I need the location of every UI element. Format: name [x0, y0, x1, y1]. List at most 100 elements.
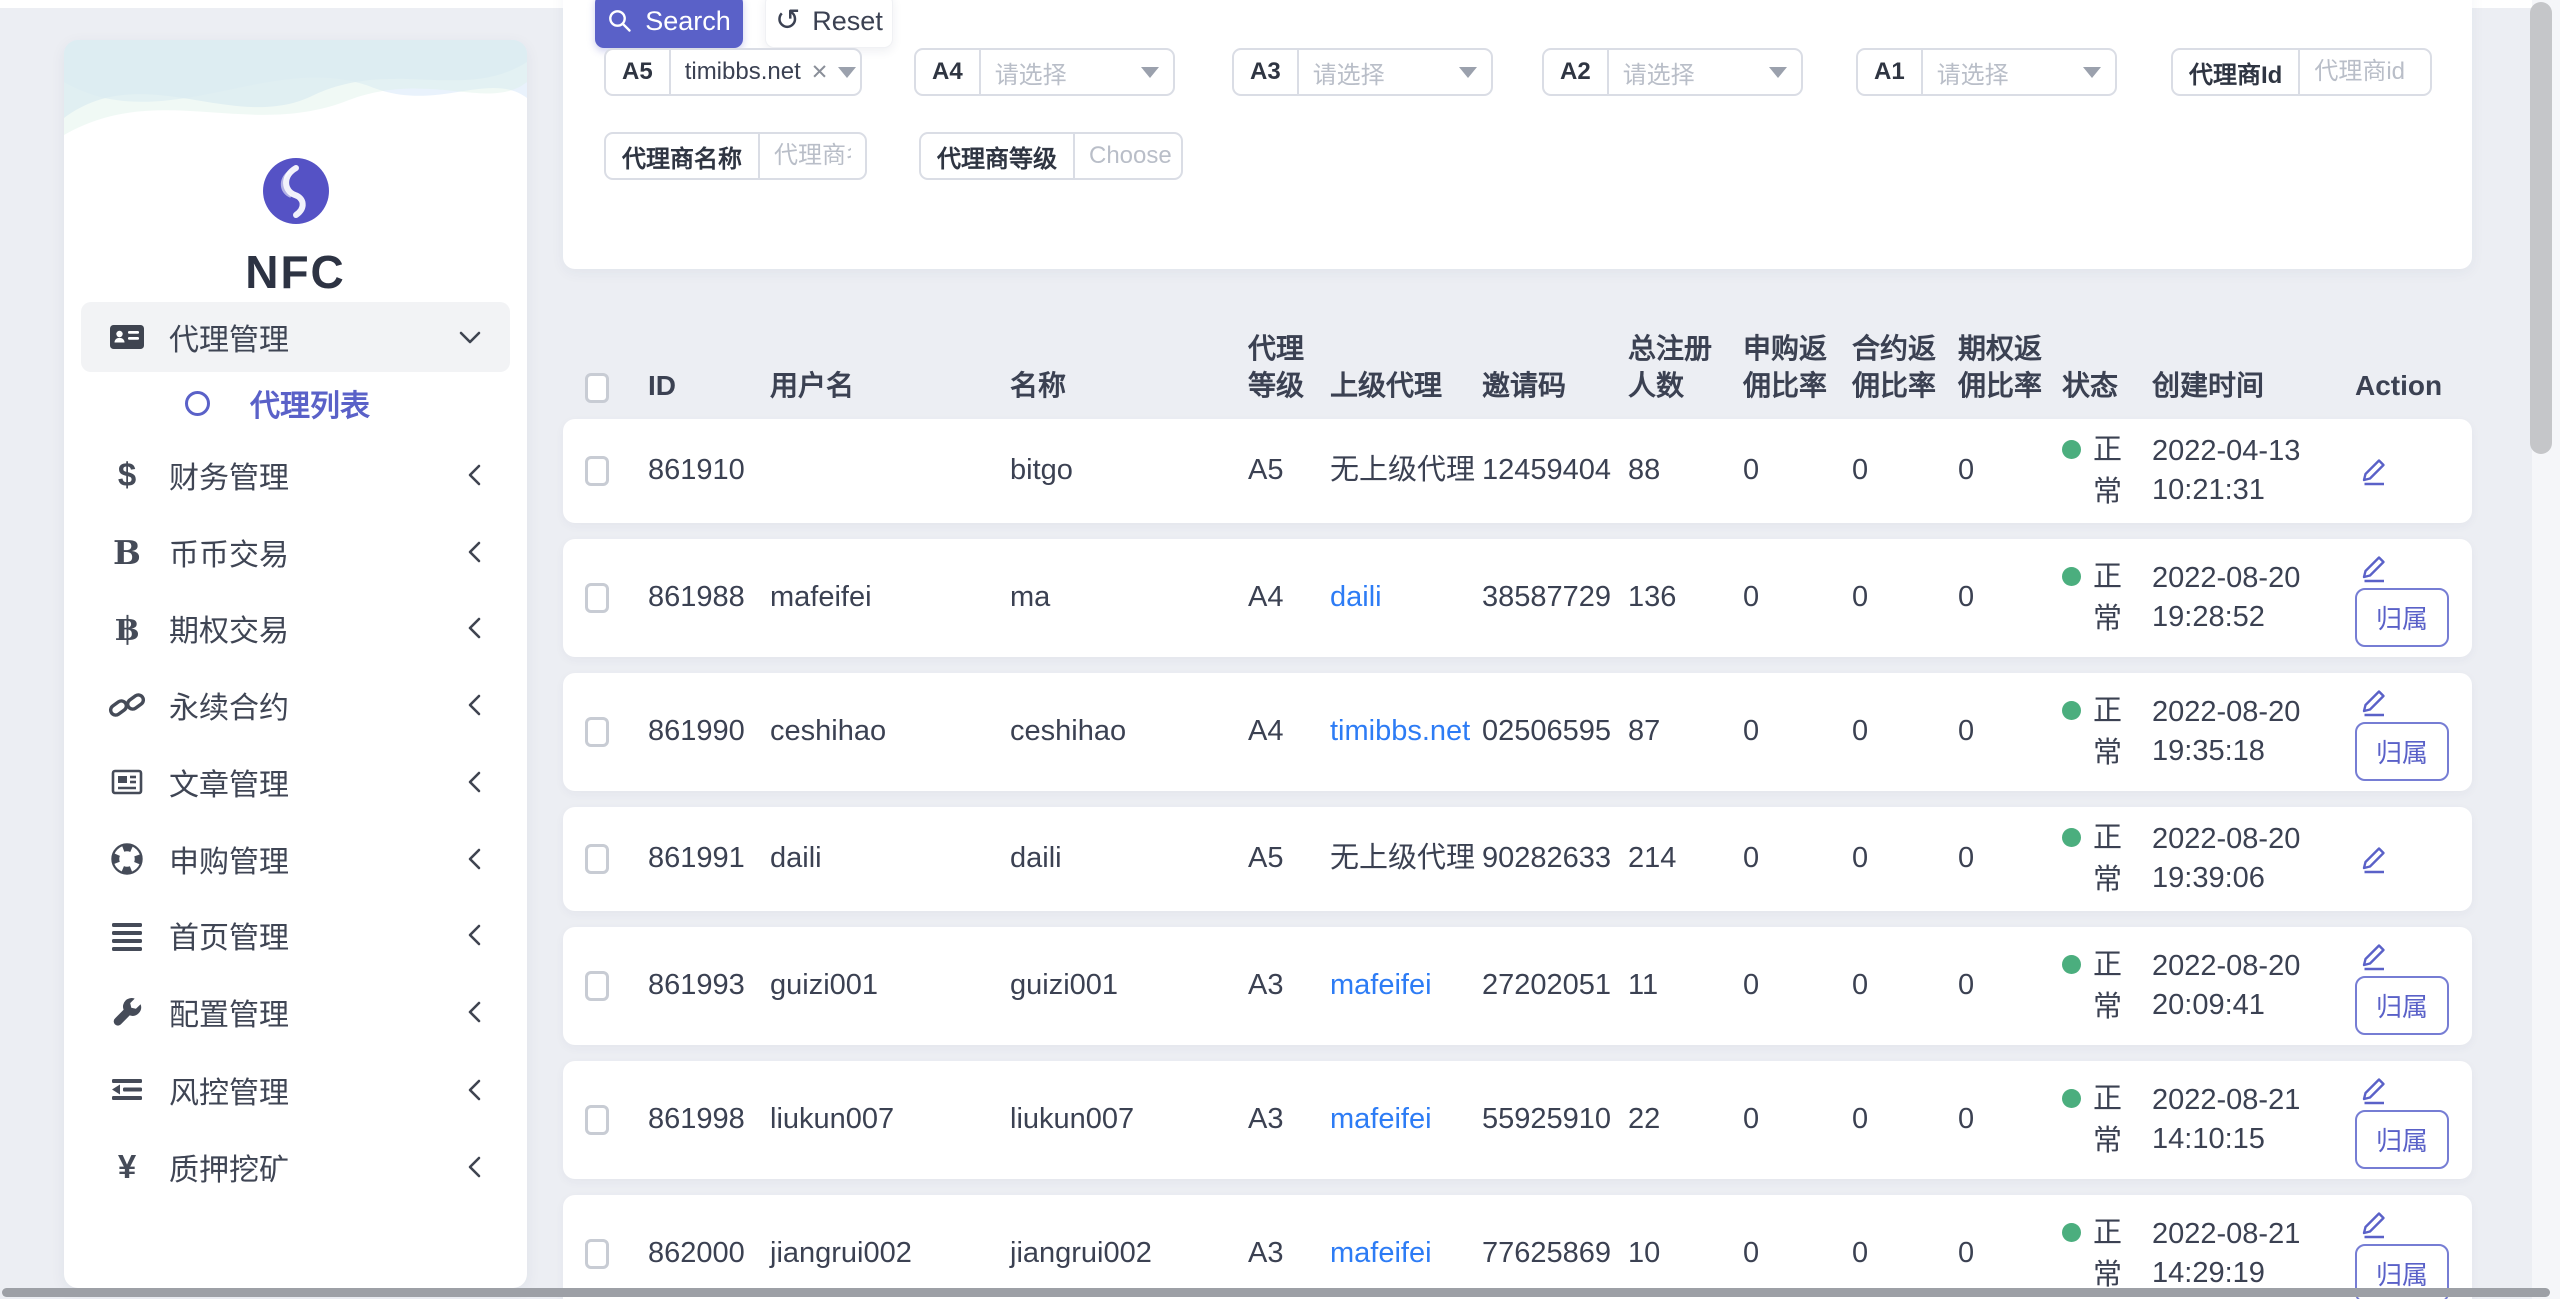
filter-chip-label: A4 [916, 50, 979, 94]
row-checkbox[interactable] [585, 1239, 609, 1269]
filter-select[interactable]: timibbs.net✕ [669, 50, 862, 94]
cell-status: 正常 [2062, 1212, 2152, 1296]
cell-option-rate: 0 [1958, 712, 2062, 751]
select-all-checkbox[interactable] [585, 373, 609, 403]
cell-option-rate: 0 [1958, 451, 2062, 490]
sidebar-item-10[interactable]: ¥质押挖矿 [81, 1137, 510, 1197]
assign-button[interactable]: 归属 [2355, 1110, 2449, 1169]
cell-contract-rate: 0 [1852, 712, 1958, 751]
sidebar-item-label: 文章管理 [169, 760, 467, 804]
filter-input[interactable] [2314, 58, 2416, 86]
chevron-left-icon [467, 923, 482, 947]
sidebar-item-8[interactable]: 配置管理 [81, 982, 510, 1042]
row-checkbox[interactable] [585, 583, 609, 613]
cell-contract-rate: 0 [1852, 966, 1958, 1005]
coin-b-icon: B [105, 533, 149, 572]
cell-agent-level: A4 [1248, 578, 1330, 617]
cell-registered-count: 11 [1628, 966, 1743, 1005]
sidebar-item-9[interactable]: 风控管理 [81, 1060, 510, 1120]
sidebar-item-5[interactable]: 文章管理 [81, 752, 510, 812]
sidebar-item-2[interactable]: B币币交易 [81, 522, 510, 582]
column-header-3: 名称 [1010, 368, 1248, 405]
sidebar-item-7[interactable]: 首页管理 [81, 905, 510, 965]
cell-username: mafeifei [770, 578, 1010, 617]
edit-button[interactable] [2355, 1206, 2391, 1242]
edit-button[interactable] [2355, 550, 2391, 586]
column-header-10: 期权返佣比率 [1958, 331, 2062, 405]
cell-invite-code: 38587729 [1482, 578, 1628, 617]
row-checkbox[interactable] [585, 456, 609, 486]
filter-input[interactable] [774, 142, 851, 170]
sidebar-item-label: 期权交易 [169, 606, 467, 650]
sidebar-item-1[interactable]: $财务管理 [81, 445, 510, 505]
cell-parent-agent[interactable]: mafeifei [1330, 966, 1482, 1005]
filter-select[interactable]: Choose [1073, 134, 1183, 178]
filter-select[interactable]: 请选择 [979, 50, 1173, 94]
cell-invite-code: 27202051 [1482, 966, 1628, 1005]
life-ring-icon [105, 840, 149, 878]
row-checkbox[interactable] [585, 971, 609, 1001]
edit-button[interactable] [2355, 938, 2391, 974]
cell-subscribe-rate: 0 [1743, 1100, 1852, 1139]
sidebar-subitem-agent-list[interactable]: 代理列表 [81, 373, 510, 433]
row-checkbox[interactable] [585, 1105, 609, 1135]
cell-username: ceshihao [770, 712, 1010, 751]
cell-name: liukun007 [1010, 1100, 1248, 1139]
sidebar-item-label: 风控管理 [169, 1068, 467, 1112]
edit-button[interactable] [2355, 841, 2391, 877]
clear-icon[interactable]: ✕ [811, 62, 829, 83]
sidebar-item-6[interactable]: 申购管理 [81, 829, 510, 889]
cell-parent-agent[interactable]: mafeifei [1330, 1100, 1482, 1139]
cell-agent-level: A3 [1248, 1100, 1330, 1139]
cell-name: daili [1010, 839, 1248, 878]
horizontal-scrollbar-thumb[interactable] [2, 1288, 2550, 1297]
edit-button[interactable] [2355, 453, 2391, 489]
status-ok-dot-icon [2062, 955, 2081, 974]
vertical-scrollbar-thumb[interactable] [2530, 2, 2552, 454]
filter-chip-代理商名称: 代理商名称 [604, 132, 867, 180]
filter-chip-label: A5 [606, 50, 669, 94]
filter-select[interactable]: 请选择 [1921, 50, 2115, 94]
cell-status: 正常 [2062, 817, 2152, 901]
cell-status: 正常 [2062, 556, 2152, 640]
sidebar-item-label: 首页管理 [169, 913, 467, 957]
row-checkbox[interactable] [585, 844, 609, 874]
cell-id: 861993 [648, 966, 770, 1005]
reset-button[interactable]: ↺ Reset [765, 0, 893, 48]
cell-parent-agent[interactable]: timibbs.net [1330, 712, 1482, 751]
search-button[interactable]: Search [595, 0, 743, 48]
cell-contract-rate: 0 [1852, 1234, 1958, 1273]
edit-pencil-icon [2355, 574, 2391, 589]
status-ok-dot-icon [2062, 701, 2081, 720]
cell-actions: 归属 [2355, 1064, 2472, 1177]
cell-parent-agent[interactable]: mafeifei [1330, 1234, 1482, 1273]
filter-select[interactable]: 请选择 [1297, 50, 1491, 94]
row-checkbox[interactable] [585, 717, 609, 747]
chevron-left-icon [467, 616, 482, 640]
cell-parent-agent[interactable]: daili [1330, 578, 1482, 617]
sidebar-item-4[interactable]: 永续合约 [81, 675, 510, 735]
status-ok-dot-icon [2062, 440, 2081, 459]
cell-option-rate: 0 [1958, 966, 2062, 1005]
sidebar-item-0[interactable]: 代理管理 [81, 302, 510, 372]
cell-status: 正常 [2062, 690, 2152, 774]
sidebar-item-label: 财务管理 [169, 453, 467, 497]
assign-button[interactable]: 归属 [2355, 976, 2449, 1035]
filter-chip-label: A2 [1544, 50, 1607, 94]
chevron-left-icon [467, 540, 482, 564]
edit-button[interactable] [2355, 1072, 2391, 1108]
column-header-7: 总注册人数 [1628, 331, 1743, 405]
edit-button[interactable] [2355, 684, 2391, 720]
filter-input-wrap [758, 134, 865, 178]
sidebar-item-3[interactable]: ฿期权交易 [81, 598, 510, 658]
assign-button[interactable]: 归属 [2355, 588, 2449, 647]
cell-name: ceshihao [1010, 712, 1248, 751]
filter-select[interactable]: 请选择 [1607, 50, 1801, 94]
status-label: 正常 [2093, 690, 2127, 774]
column-header-9: 合约返佣比率 [1852, 331, 1958, 405]
brand-logo [263, 158, 329, 224]
cell-agent-level: A5 [1248, 839, 1330, 878]
assign-button[interactable]: 归属 [2355, 722, 2449, 781]
cell-parent-agent: 无上级代理 [1330, 451, 1482, 490]
cell-invite-code: 12459404 [1482, 451, 1628, 490]
